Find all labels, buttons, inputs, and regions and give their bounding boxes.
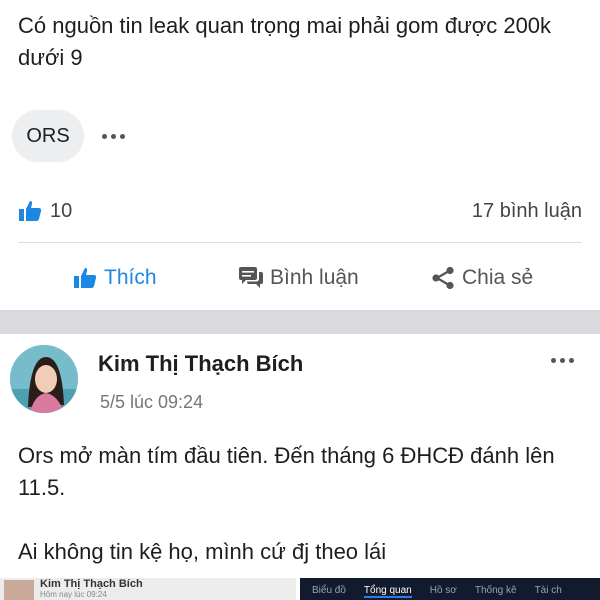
share-icon: [432, 266, 454, 290]
thumbnail-tab: Tổng quan: [363, 585, 412, 598]
like-count[interactable]: 10: [18, 199, 72, 223]
post-line: Ai không tin kệ họ, mình cứ đj theo lái: [18, 539, 387, 564]
thumbnail-tab: Thống kê: [474, 585, 517, 596]
attached-image-right[interactable]: Biểu đồ Tổng quan Hồ sơ Thống kê Tài ch: [300, 578, 600, 600]
thumbnail-tabs: Biểu đồ Tổng quan Hồ sơ Thống kê Tài ch: [312, 585, 562, 598]
action-bar: Thích Bình luận Chia sẻ: [0, 258, 600, 298]
share-button[interactable]: Chia sẻ: [430, 266, 533, 290]
divider: [18, 242, 582, 243]
thumbnail-tab: Tài ch: [534, 585, 562, 596]
post-text: Ors mở màn tím đầu tiên. Đến tháng 6 ĐHC…: [18, 440, 578, 568]
thumbnail-avatar: [4, 580, 34, 600]
like-icon: [19, 201, 42, 221]
section-separator: [0, 310, 600, 334]
author-name[interactable]: Kim Thị Thạch Bích: [98, 351, 303, 377]
tag-row: ORS: [12, 108, 125, 164]
post-line: Ors mở màn tím đầu tiên. Đến tháng 6 ĐHC…: [18, 443, 555, 500]
thumbnail-tab: Biểu đồ: [312, 585, 346, 596]
share-label: Chia sẻ: [462, 266, 534, 289]
post-text: Có nguồn tin leak quan trọng mai phải go…: [18, 13, 552, 70]
attached-images[interactable]: Kim Thị Thạch Bích Hôm nay lúc 09:24 Biể…: [0, 578, 600, 600]
comment-icon: [239, 267, 263, 288]
tag-chip-ors[interactable]: ORS: [12, 110, 84, 162]
thumbnail-author: Kim Thị Thạch Bích: [40, 578, 143, 590]
like-count-value: 10: [50, 199, 73, 222]
like-button[interactable]: Thích: [72, 266, 157, 290]
thumbnail-time: Hôm nay lúc 09:24: [40, 590, 107, 599]
avatar[interactable]: [10, 345, 78, 413]
comment-button[interactable]: Bình luận: [238, 266, 359, 290]
comment-count[interactable]: 17 bình luận: [472, 200, 582, 223]
more-options-icon[interactable]: [102, 133, 125, 139]
more-options-icon[interactable]: [551, 358, 574, 363]
attached-image-left[interactable]: Kim Thị Thạch Bích Hôm nay lúc 09:24: [0, 578, 296, 600]
post-stats: 10 17 bình luận: [18, 196, 582, 226]
like-label: Thích: [104, 266, 157, 289]
like-icon: [74, 268, 97, 288]
comment-label: Bình luận: [270, 266, 359, 289]
thumbnail-tab: Hồ sơ: [429, 585, 457, 596]
post-timestamp[interactable]: 5/5 lúc 09:24: [100, 392, 203, 413]
